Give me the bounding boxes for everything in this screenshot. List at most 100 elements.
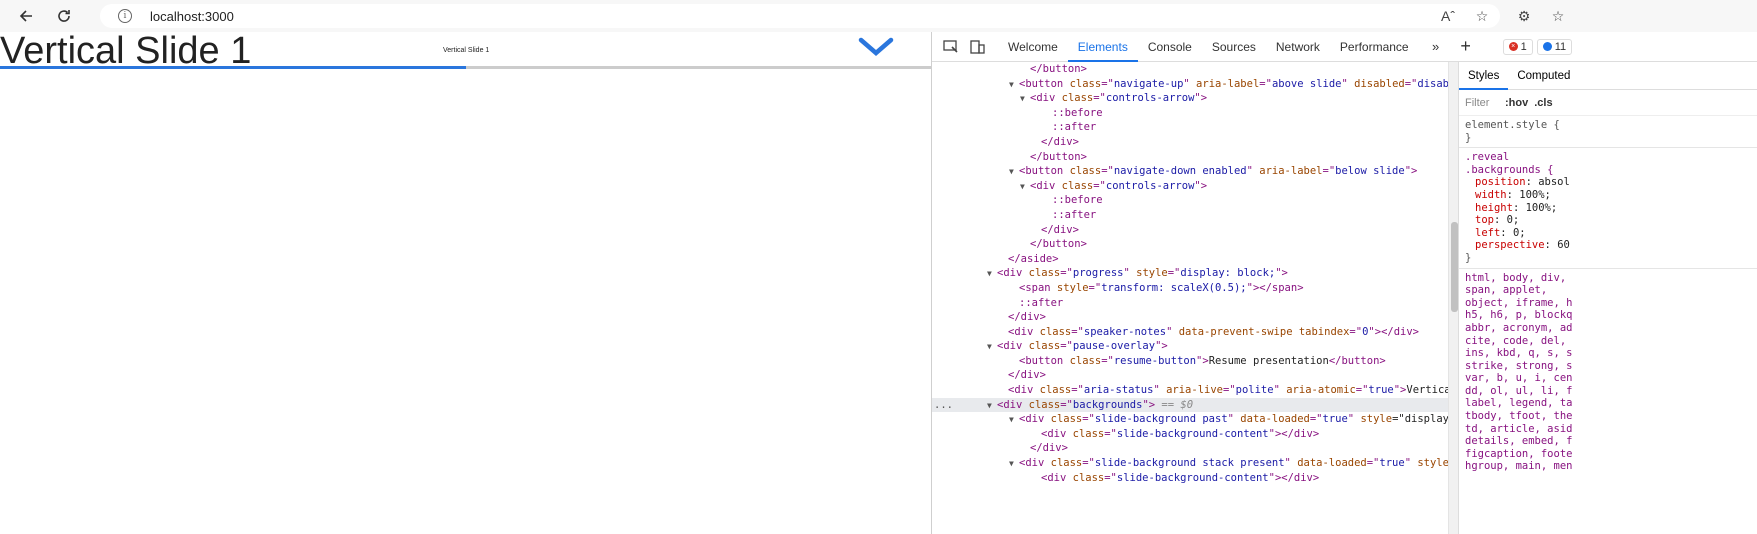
tab-performance[interactable]: Performance: [1330, 32, 1419, 62]
address-bar[interactable]: i localhost:3000: [100, 4, 1500, 28]
dom-node[interactable]: </aside>: [932, 252, 1448, 267]
address-bar-actions: Aˆ ☆: [1436, 4, 1494, 28]
reset-selector-line: abbr, acronym, ad: [1465, 321, 1573, 334]
error-badge[interactable]: × 1: [1502, 38, 1533, 55]
css-property[interactable]: height: 100%;: [1465, 202, 1752, 215]
expand-triangle-icon[interactable]: ▼: [1020, 180, 1030, 195]
dom-node[interactable]: </button>: [932, 62, 1448, 77]
dom-node[interactable]: </div>: [932, 441, 1448, 456]
reset-selector-line: var, b, u, i, cen: [1465, 372, 1573, 385]
css-property[interactable]: position: absol: [1465, 176, 1752, 189]
dom-node[interactable]: ::before: [932, 193, 1448, 208]
rule-properties: position: absol width: 100%; height: 100%;…: [1465, 176, 1752, 252]
back-arrow-icon: [19, 10, 32, 22]
expand-triangle-icon[interactable]: ▼: [1020, 92, 1030, 107]
expand-triangle-icon[interactable]: ▼: [1009, 165, 1019, 180]
reset-selector-line: ins, kbd, q, s, s: [1465, 347, 1573, 360]
reload-button[interactable]: [50, 2, 78, 30]
tab-elements[interactable]: Elements: [1067, 32, 1138, 62]
expand-triangle-icon[interactable]: ▼: [987, 399, 997, 414]
hover-state-toggle[interactable]: :hov: [1505, 97, 1528, 109]
styles-pane: Styles Computed Filter :hov .cls element…: [1458, 62, 1757, 534]
css-property[interactable]: top: 0;: [1465, 214, 1752, 227]
devtools-tabbar: Welcome Elements Console Sources Network Perf…: [932, 32, 1757, 62]
reset-selector-line: tbody, tfoot, the: [1465, 410, 1573, 423]
message-badge[interactable]: 11: [1536, 38, 1573, 55]
styles-filter-input[interactable]: Filter: [1465, 97, 1499, 109]
tab-styles[interactable]: Styles: [1459, 62, 1509, 90]
tab-computed[interactable]: Computed: [1508, 62, 1579, 90]
inspect-element-icon[interactable]: [940, 36, 962, 58]
tab-network[interactable]: Network: [1266, 32, 1330, 62]
dom-scrollbar[interactable]: [1448, 62, 1458, 534]
dom-scroll-thumb[interactable]: [1451, 222, 1458, 312]
dom-node[interactable]: </div>: [932, 368, 1448, 383]
expand-triangle-icon[interactable]: ▼: [987, 340, 997, 355]
read-aloud-icon[interactable]: Aˆ: [1436, 4, 1460, 28]
dom-node[interactable]: ▼ <button class="navigate-down enabled" a…: [932, 164, 1448, 179]
dom-node[interactable]: ▼ <button class="navigate-up" aria-label=…: [932, 77, 1448, 92]
dom-node[interactable]: <div class="speaker-notes" data-prevent-…: [932, 325, 1448, 340]
extensions-icon[interactable]: ⚙: [1512, 4, 1536, 28]
dom-node[interactable]: <div class="aria-status" aria-live="poli…: [932, 383, 1448, 398]
tab-welcome[interactable]: Welcome: [998, 32, 1068, 62]
favorites-icon[interactable]: ☆: [1546, 4, 1570, 28]
page-viewport: Vertical Slide 1 Vertical Slide 1: [0, 32, 931, 534]
element-style-rule: element.style { }: [1459, 116, 1757, 149]
dom-node[interactable]: ▼ <div class="controls-arrow">: [932, 179, 1448, 194]
reset-selector-line: details, embed, f: [1465, 435, 1573, 448]
reset-selector-line: strike, strong, s: [1465, 359, 1573, 372]
dom-node[interactable]: ::before: [932, 106, 1448, 121]
reset-selector-line: html, body, div,: [1465, 271, 1567, 284]
dom-node[interactable]: <span style="transform: scaleX(0.5);"></…: [932, 281, 1448, 296]
expand-triangle-icon[interactable]: ▼: [1009, 78, 1019, 93]
favorite-star-icon[interactable]: ☆: [1470, 4, 1494, 28]
css-property[interactable]: perspective: 60: [1465, 239, 1752, 252]
dom-node[interactable]: ▼ <div class="controls-arrow">: [932, 91, 1448, 106]
tab-sources[interactable]: Sources: [1202, 32, 1266, 62]
dom-node[interactable]: ▼ <div class="pause-overlay">: [932, 339, 1448, 354]
dom-node[interactable]: ::after: [932, 296, 1448, 311]
dom-node[interactable]: </div>: [932, 223, 1448, 238]
dom-node[interactable]: ▼ <div class="slide-background past" data…: [932, 412, 1448, 427]
dom-node[interactable]: <div class="slide-background-content"></…: [932, 427, 1448, 442]
expand-triangle-icon[interactable]: ▼: [1009, 457, 1019, 472]
progress-bar: [0, 66, 931, 69]
devtools-tab-list: Welcome Elements Console Sources Network Perf…: [998, 32, 1419, 62]
url-text[interactable]: localhost:3000: [150, 9, 234, 24]
back-button[interactable]: [12, 2, 40, 30]
error-count: 1: [1520, 40, 1527, 53]
reset-selector-line: figcaption, foote: [1465, 447, 1573, 460]
css-property[interactable]: left: 0;: [1465, 227, 1752, 240]
dom-node[interactable]: ▼ <div class="slide-background stack pres…: [932, 456, 1448, 471]
dom-node[interactable]: </div>: [932, 135, 1448, 150]
dom-node[interactable]: </button>: [932, 237, 1448, 252]
reset-selector-line: hgroup, main, men: [1465, 460, 1573, 473]
class-toggle[interactable]: .cls: [1534, 97, 1552, 109]
dom-node[interactable]: ::after: [932, 208, 1448, 223]
element-style-selector[interactable]: element.style {: [1465, 119, 1752, 132]
reset-selector-line: object, iframe, h: [1465, 296, 1573, 309]
message-icon: [1542, 42, 1552, 51]
site-info-icon[interactable]: i: [118, 9, 132, 23]
dom-node-selected[interactable]: ... ▼ <div class="backgrounds"> == $0: [932, 397, 1448, 414]
expand-triangle-icon[interactable]: ▼: [1009, 413, 1019, 428]
expand-triangle-icon[interactable]: ▼: [987, 267, 997, 282]
more-tabs-icon[interactable]: »: [1425, 36, 1447, 58]
navigate-down-icon[interactable]: [858, 36, 894, 58]
dom-node[interactable]: </div>: [932, 310, 1448, 325]
dom-node[interactable]: ▼ <div class="progress" style="display: b…: [932, 266, 1448, 281]
node-menu-icon[interactable]: ...: [934, 398, 953, 413]
dom-node[interactable]: ::after: [932, 120, 1448, 135]
dom-node[interactable]: <div class="slide-background-content"></…: [932, 471, 1448, 486]
tab-console[interactable]: Console: [1138, 32, 1202, 62]
dom-node[interactable]: <button class="resume-button">Resume pre…: [932, 354, 1448, 369]
reset-selector-line: span, applet,: [1465, 284, 1548, 297]
rule-close: }: [1465, 131, 1472, 144]
reset-selector-line: h5, h6, p, blockq: [1465, 309, 1573, 322]
device-toolbar-icon[interactable]: [966, 36, 988, 58]
reset-selector-line: cite, code, del,: [1465, 334, 1567, 347]
css-property[interactable]: width: 100%;: [1465, 189, 1752, 202]
dom-node[interactable]: </button>: [932, 150, 1448, 165]
add-tab-icon[interactable]: +: [1455, 36, 1477, 58]
